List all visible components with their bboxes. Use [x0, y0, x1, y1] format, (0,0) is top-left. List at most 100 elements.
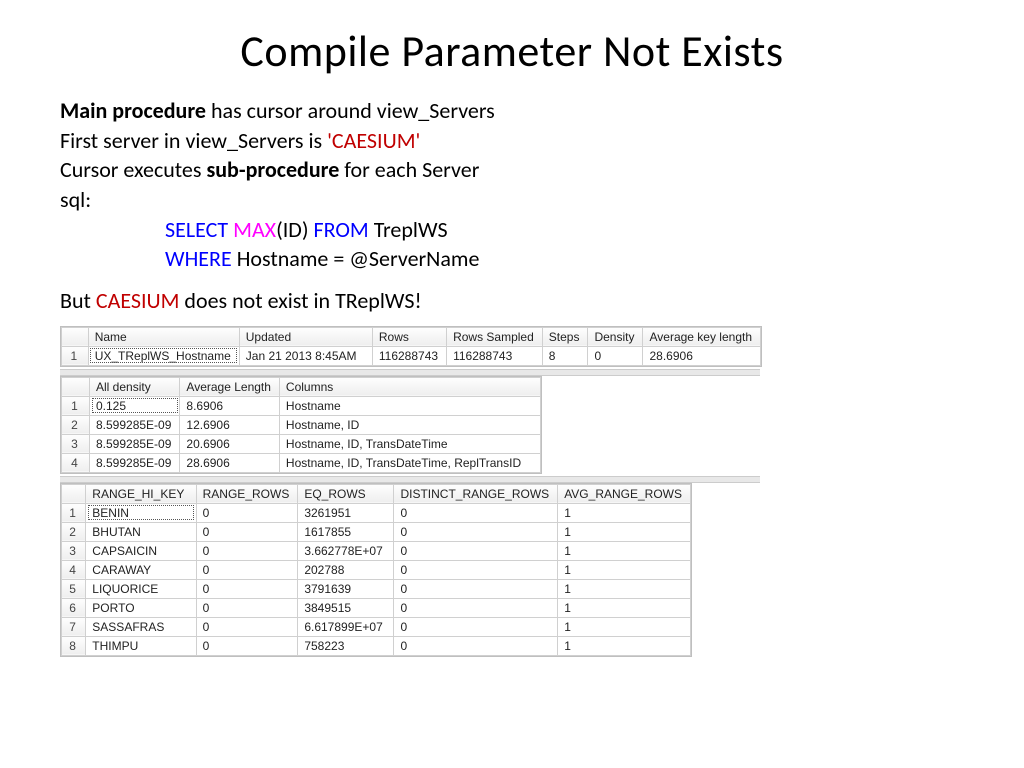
cell[interactable]: 1617855: [298, 522, 394, 541]
cell[interactable]: 1: [558, 560, 691, 579]
cell[interactable]: 0: [196, 541, 298, 560]
slide-title: Compile Parameter Not Exists: [60, 24, 964, 78]
cell[interactable]: 3.662778E+07: [298, 541, 394, 560]
cell-steps[interactable]: 8: [542, 346, 588, 365]
col-steps: Steps: [542, 327, 588, 346]
cell[interactable]: 0: [196, 636, 298, 655]
cell[interactable]: 0: [394, 598, 558, 617]
cell[interactable]: 20.6906: [180, 434, 280, 453]
cell[interactable]: 1: [558, 503, 691, 522]
stats-header-grid: Name Updated Rows Rows Sampled Steps Den…: [61, 327, 761, 366]
table-row: 2BHUTAN0161785501: [62, 522, 691, 541]
cell: 3: [62, 541, 86, 560]
cell[interactable]: 0: [394, 617, 558, 636]
table-row: 5LIQUORICE0379163901: [62, 579, 691, 598]
cell: 4: [62, 453, 90, 472]
cell-updated[interactable]: Jan 21 2013 8:45AM: [239, 346, 372, 365]
col-updated: Updated: [239, 327, 372, 346]
cell[interactable]: BHUTAN: [86, 522, 196, 541]
cell-avg-key[interactable]: 28.6906: [643, 346, 761, 365]
cell[interactable]: 8.6906: [180, 396, 280, 415]
table-header-row: RANGE_HI_KEY RANGE_ROWS EQ_ROWS DISTINCT…: [62, 484, 691, 503]
cell[interactable]: CAPSAICIN: [86, 541, 196, 560]
text-caesium-quoted: 'CAESIUM': [327, 127, 420, 154]
cell[interactable]: 0: [394, 560, 558, 579]
cell[interactable]: 3849515: [298, 598, 394, 617]
cell[interactable]: 8.599285E-09: [90, 434, 180, 453]
col-density: Density: [588, 327, 643, 346]
cell[interactable]: 0: [394, 522, 558, 541]
cell[interactable]: 0: [196, 560, 298, 579]
sql-from: FROM: [314, 216, 369, 243]
cell[interactable]: 12.6906: [180, 415, 280, 434]
cell[interactable]: Hostname: [279, 396, 540, 415]
cell[interactable]: 8.599285E-09: [90, 453, 180, 472]
cell: 2: [62, 522, 86, 541]
text-sub-proc: sub-procedure: [206, 156, 339, 183]
col-avg-key: Average key length: [643, 327, 761, 346]
cell[interactable]: 1: [558, 598, 691, 617]
cell: 4: [62, 560, 86, 579]
cell[interactable]: 0: [394, 541, 558, 560]
cell[interactable]: 1: [558, 522, 691, 541]
cell[interactable]: 1: [558, 579, 691, 598]
cell[interactable]: 0: [394, 636, 558, 655]
sql-table: TreplWS: [369, 216, 448, 243]
cell[interactable]: 8.599285E-09: [90, 415, 180, 434]
col-rows: Rows: [372, 327, 446, 346]
cell-density[interactable]: 0: [588, 346, 643, 365]
cell[interactable]: 3261951: [298, 503, 394, 522]
sql-where: WHERE: [165, 245, 232, 272]
cell[interactable]: 3791639: [298, 579, 394, 598]
cell[interactable]: 758223: [298, 636, 394, 655]
sql-select: SELECT: [165, 216, 228, 243]
cell: 3: [62, 434, 90, 453]
cell[interactable]: CARAWAY: [86, 560, 196, 579]
text-caesium: CAESIUM: [96, 287, 180, 314]
cell-rows[interactable]: 116288743: [372, 346, 446, 365]
text-but3: does not exist in TReplWS!: [179, 287, 421, 314]
cell[interactable]: PORTO: [86, 598, 196, 617]
table-row: 38.599285E-0920.6906Hostname, ID, TransD…: [62, 434, 541, 453]
cell[interactable]: 1: [558, 541, 691, 560]
text-but1: But: [60, 287, 96, 314]
sql-max: MAX: [228, 216, 276, 243]
cell[interactable]: 0.125: [90, 396, 180, 415]
cell[interactable]: 0: [196, 598, 298, 617]
cell: 1: [62, 396, 90, 415]
text-l3a: Cursor executes: [60, 156, 206, 183]
result-grids: Name Updated Rows Rows Sampled Steps Den…: [60, 326, 964, 657]
cell[interactable]: 202788: [298, 560, 394, 579]
cell[interactable]: 0: [394, 579, 558, 598]
table-row: 7SASSAFRAS06.617899E+0701: [62, 617, 691, 636]
cell[interactable]: THIMPU: [86, 636, 196, 655]
cell[interactable]: 0: [196, 617, 298, 636]
text-l2a: First server in view_Servers is: [60, 127, 327, 154]
sql-id: (ID): [276, 216, 313, 243]
cell[interactable]: 6.617899E+07: [298, 617, 394, 636]
table-row: 8THIMPU075822301: [62, 636, 691, 655]
cell[interactable]: 28.6906: [180, 453, 280, 472]
cell: 7: [62, 617, 86, 636]
cell[interactable]: SASSAFRAS: [86, 617, 196, 636]
table-row: 48.599285E-0928.6906Hostname, ID, TransD…: [62, 453, 541, 472]
cell[interactable]: BENIN: [86, 503, 196, 522]
cell[interactable]: 0: [394, 503, 558, 522]
cell[interactable]: 0: [196, 503, 298, 522]
cell[interactable]: Hostname, ID: [279, 415, 540, 434]
cell[interactable]: 1: [558, 636, 691, 655]
cell: 2: [62, 415, 90, 434]
cell[interactable]: LIQUORICE: [86, 579, 196, 598]
table-header-row: All density Average Length Columns: [62, 377, 541, 396]
table-row: 1BENIN0326195101: [62, 503, 691, 522]
cell[interactable]: 1: [558, 617, 691, 636]
cell[interactable]: 0: [196, 522, 298, 541]
table-row: 4CARAWAY020278801: [62, 560, 691, 579]
cell[interactable]: 0: [196, 579, 298, 598]
cell: 8: [62, 636, 86, 655]
cell[interactable]: Hostname, ID, TransDateTime, ReplTransID: [279, 453, 540, 472]
body-text: Main procedure has cursor around view_Se…: [60, 96, 964, 316]
cell-rows-sampled[interactable]: 116288743: [447, 346, 543, 365]
cell[interactable]: Hostname, ID, TransDateTime: [279, 434, 540, 453]
cell-name[interactable]: UX_TReplWS_Hostname: [88, 346, 239, 365]
